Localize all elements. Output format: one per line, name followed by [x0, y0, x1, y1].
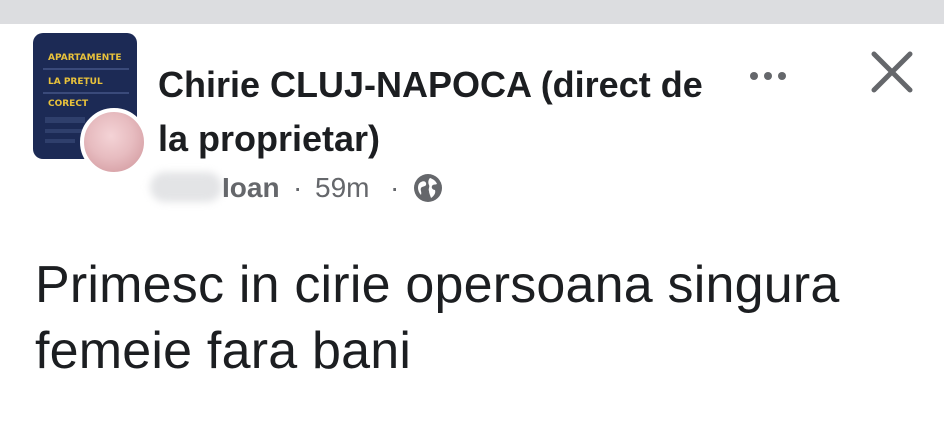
group-name-link[interactable]: Chirie CLUJ-NAPOCA (direct de la proprie… — [158, 58, 728, 166]
avatar-text-line-3: CORECT — [48, 99, 89, 109]
avatar-text-line-1: APARTAMENTE — [48, 53, 122, 63]
more-options-button[interactable] — [740, 56, 796, 96]
post-meta: Ioan · 59m · — [150, 168, 470, 208]
post-timestamp[interactable]: 59m — [315, 168, 369, 208]
more-horizontal-icon — [750, 72, 786, 80]
top-divider-bar — [0, 0, 944, 24]
author-avatar[interactable] — [80, 108, 148, 176]
avatar-text-line-2: LA PREȚUL — [48, 77, 103, 87]
close-icon — [871, 51, 913, 93]
close-post-button[interactable] — [860, 40, 924, 104]
meta-separator: · — [293, 172, 303, 203]
meta-separator: · — [390, 172, 400, 203]
redacted-name — [150, 172, 222, 202]
post-body-text: Primesc in cirie opersoana singura femei… — [35, 256, 840, 380]
globe-icon[interactable] — [413, 173, 443, 203]
author-name-link[interactable]: Ioan — [222, 168, 280, 208]
